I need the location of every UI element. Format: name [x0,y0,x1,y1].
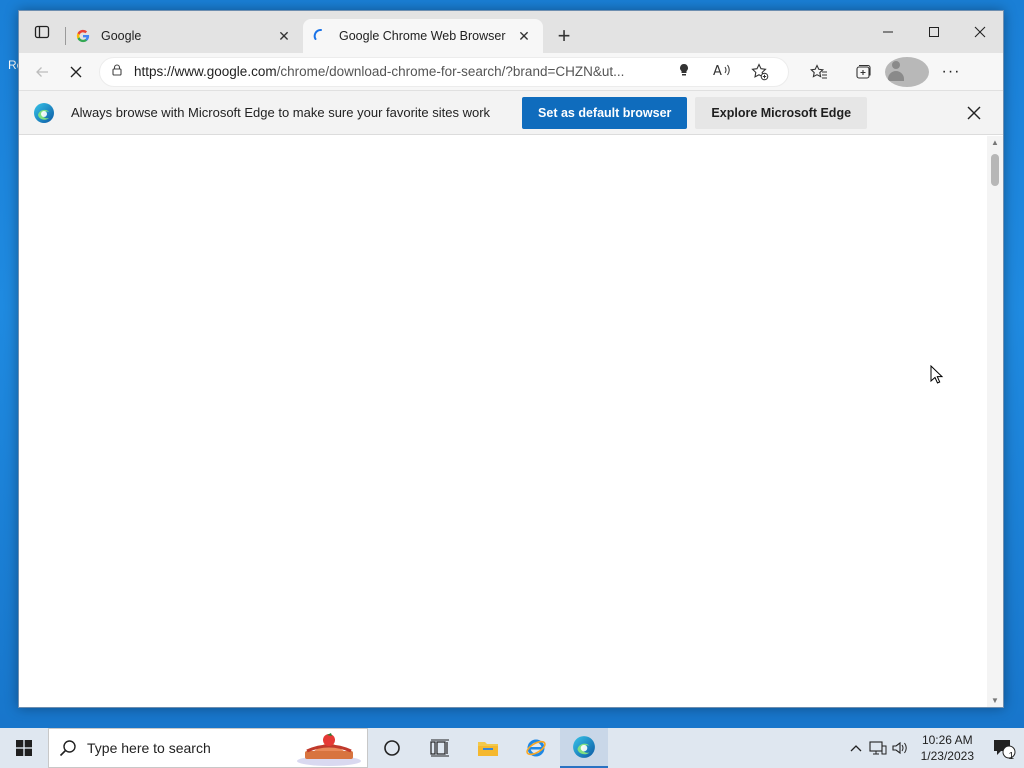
tab-google[interactable]: Google ✕ [65,19,303,53]
network-icon[interactable] [867,740,889,756]
system-clock[interactable]: 10:26 AM 1/23/2023 [921,732,974,764]
task-view-button[interactable] [416,728,464,768]
close-icon [974,26,986,38]
tab-actions-button[interactable] [19,11,65,53]
edge-logo-icon [34,102,54,123]
stop-x-icon [70,66,82,77]
cortana-circle-icon [384,740,400,756]
taskbar-search-box[interactable]: Type here to search [48,728,368,768]
search-icon [59,740,76,757]
search-placeholder: Type here to search [87,740,211,756]
system-tray: 10:26 AM 1/23/2023 1 [845,728,1024,768]
mouse-cursor-icon [930,365,944,384]
infobar-message: Always browse with Microsoft Edge to mak… [71,105,491,120]
tab-title: Google Chrome Web Browser [339,29,506,43]
start-button[interactable] [0,728,48,768]
stop-loading-button[interactable] [59,57,93,87]
url-text[interactable]: https://www.google.com/chrome/download-c… [134,64,666,79]
window-controls [865,11,1003,53]
navigation-toolbar: https://www.google.com/chrome/download-c… [19,53,1003,91]
default-browser-infobar: Always browse with Microsoft Edge to mak… [19,91,1003,135]
add-favorite-icon[interactable] [742,62,778,81]
scroll-down-icon[interactable]: ▼ [991,696,999,705]
internet-explorer-button[interactable] [512,728,560,768]
file-explorer-button[interactable] [464,728,512,768]
minimize-icon [883,31,893,33]
plus-icon: + [557,23,571,48]
url-path: /chrome/download-chrome-for-search/?bran… [276,64,625,79]
tab-actions-icon [34,25,50,39]
cortana-button[interactable] [368,728,416,768]
pie-search-highlight-icon [297,733,361,766]
internet-explorer-icon [526,739,546,757]
show-hidden-icons-icon[interactable] [845,744,867,752]
clock-date: 1/23/2023 [920,749,974,763]
tab-close-icon[interactable]: ✕ [275,27,293,45]
edge-icon [573,736,595,758]
page-content: ▲ ▼ [19,136,1003,707]
windows-logo-icon [16,740,32,756]
tab-google-chrome[interactable]: Google Chrome Web Browser ✕ [303,19,543,53]
taskbar: Type here to search 10:26 AM 1/23/2023 1 [0,728,1024,768]
task-view-icon [430,739,449,757]
close-icon [967,106,981,119]
edge-taskbar-button[interactable] [560,728,608,768]
tab-close-icon[interactable]: ✕ [515,27,533,45]
favorites-icon [810,63,827,79]
favorites-button[interactable] [797,57,841,87]
profile-button[interactable] [885,56,929,87]
maximize-button[interactable] [911,11,957,53]
scroll-thumb[interactable] [991,154,999,186]
scroll-up-icon[interactable]: ▲ [991,138,999,147]
notification-count-badge: 1 [1008,751,1014,762]
url-host: https://www.google.com [134,64,277,79]
loading-spinner-icon [313,28,329,44]
action-center-button[interactable]: 1 [984,737,1024,762]
settings-more-button[interactable]: ··· [929,57,973,87]
explore-edge-button[interactable]: Explore Microsoft Edge [695,96,868,129]
infobar-close-button[interactable] [959,106,989,120]
maximize-icon [929,27,939,37]
browser-window: Google ✕ Google Chrome Web Browser ✕ + h… [18,10,1004,708]
new-tab-button[interactable]: + [547,19,581,53]
tab-title: Google [101,29,142,43]
folder-icon [478,742,498,756]
lightbulb-icon[interactable] [666,63,702,81]
collections-icon [856,64,871,79]
volume-icon[interactable] [889,740,911,756]
vertical-scrollbar[interactable]: ▲ ▼ [987,136,1003,707]
tab-strip: Google ✕ Google Chrome Web Browser ✕ + [19,11,1003,53]
lock-icon[interactable] [110,63,124,80]
svg-text:A: A [713,64,722,77]
avatar [885,56,929,87]
ellipsis-icon: ··· [941,62,961,80]
address-bar[interactable]: https://www.google.com/chrome/download-c… [99,56,789,87]
set-default-browser-button[interactable]: Set as default browser [522,96,688,129]
back-arrow-icon [36,66,48,77]
google-g-icon [75,28,91,44]
clock-time: 10:26 AM [921,733,973,747]
read-aloud-icon[interactable]: A [704,63,740,81]
collections-button[interactable] [841,57,885,87]
back-button[interactable] [25,57,59,87]
close-window-button[interactable] [957,11,1003,53]
minimize-button[interactable] [865,11,911,53]
